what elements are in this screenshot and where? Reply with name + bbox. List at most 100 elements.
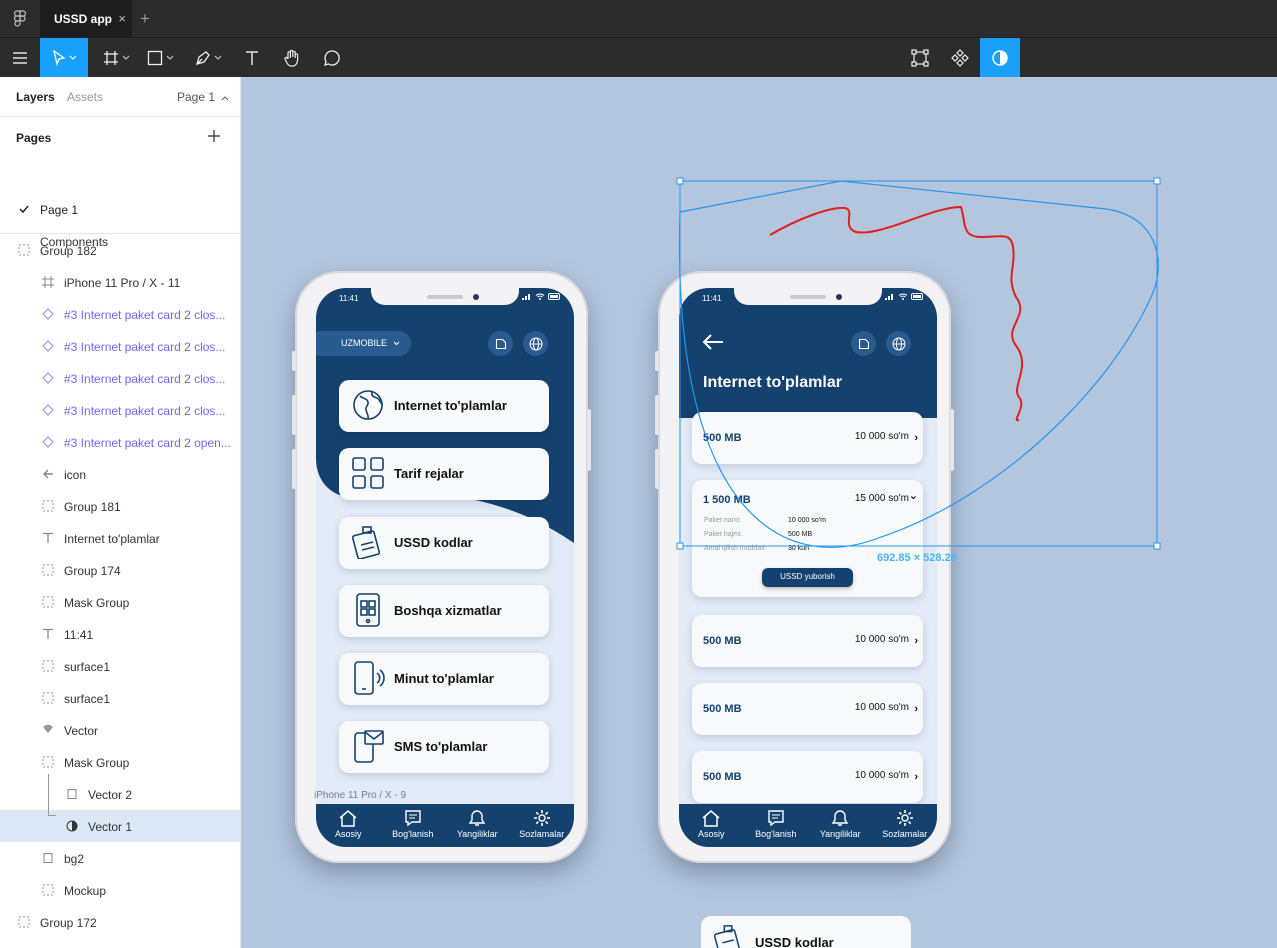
page-selector-label: Page 1 (177, 90, 216, 104)
layer-row[interactable]: icon (0, 458, 240, 490)
layer-row[interactable]: Group 181 (0, 490, 240, 522)
group-icon (42, 596, 54, 608)
vector-2-shape[interactable] (769, 205, 1023, 422)
layer-row[interactable]: #3 Internet paket card 2 clos... (0, 330, 240, 362)
frame-icon (103, 51, 118, 65)
layer-label: Vector 2 (88, 788, 133, 802)
ussd-card-preview[interactable]: USSD kodlar (701, 916, 911, 948)
layer-row[interactable]: surface1 (0, 650, 240, 682)
component-instance-icon (42, 340, 54, 352)
layer-row[interactable]: Mask Group (0, 586, 240, 618)
layer-row[interactable]: #3 Internet paket card 2 open... (0, 426, 240, 458)
layer-row[interactable]: #3 Internet paket card 2 clos... (0, 394, 240, 426)
cursor-icon (52, 50, 66, 66)
group-icon (42, 756, 54, 768)
frame-tool-button[interactable] (96, 38, 136, 78)
group-icon (42, 500, 54, 512)
pen-tool-button[interactable] (188, 38, 228, 78)
selection-dimensions: 692.85 × 528.28 (877, 552, 957, 564)
layer-row[interactable]: surface1 (0, 682, 240, 714)
layer-label: Group 181 (64, 500, 121, 514)
hand-tool-button[interactable] (274, 38, 310, 78)
mask-icon (66, 820, 78, 832)
group-icon (18, 244, 30, 256)
component-icon (951, 49, 969, 67)
transform-button[interactable] (900, 38, 940, 78)
group-icon (18, 916, 30, 928)
document-tab-title: USSD app (54, 12, 113, 26)
shape-tool-button[interactable] (140, 38, 180, 78)
layer-label: Mask Group (64, 596, 130, 610)
layer-row[interactable]: #3 Internet paket card 2 clos... (0, 298, 240, 330)
group-icon (42, 692, 54, 704)
rectangle-icon (147, 50, 162, 66)
component-instance-icon (42, 372, 54, 384)
main-menu-button[interactable] (0, 38, 40, 78)
selection-overlay (676, 177, 1161, 550)
layer-row[interactable]: Internet to'plamlar (0, 522, 240, 554)
resize-handle[interactable] (676, 177, 684, 185)
layer-row[interactable]: #3 Internet paket card 2 clos... (0, 362, 240, 394)
vector-1-shape[interactable] (678, 180, 1159, 548)
resize-handle[interactable] (1153, 177, 1161, 185)
tab-layers[interactable]: Layers (16, 90, 55, 104)
close-tab-icon[interactable]: × (118, 11, 126, 26)
layer-row[interactable]: iPhone 11 Pro / X - 11 (0, 266, 240, 298)
text-icon (246, 51, 258, 65)
comment-tool-button[interactable] (314, 38, 350, 78)
layer-label: #3 Internet paket card 2 open... (64, 436, 231, 450)
layer-label: Mockup (64, 884, 107, 898)
layer-label: Group 182 (40, 244, 97, 258)
layer-row[interactable]: Group 172 (0, 906, 240, 938)
layer-label: surface1 (64, 660, 111, 674)
new-tab-icon[interactable]: + (140, 9, 150, 29)
group-icon (42, 884, 54, 896)
layer-row[interactable]: Mask Group (0, 746, 240, 778)
component-instance-icon (42, 404, 54, 416)
canvas[interactable]: 11:41 UZMOBILE Internet to'plamlar Tarif… (241, 77, 1277, 948)
panel-tabs: Layers Assets Page 1 (0, 77, 240, 117)
figma-logo-icon[interactable] (12, 10, 28, 28)
component-instance-icon (42, 436, 54, 448)
comment-icon (324, 50, 340, 66)
layer-label: bg2 (64, 852, 85, 866)
chevron-down-icon (69, 55, 76, 60)
layer-label: Group 174 (64, 564, 121, 578)
move-tool-button[interactable] (40, 38, 88, 78)
layer-row[interactable]: Vector 2 (0, 778, 240, 810)
checkmark-icon (19, 205, 29, 213)
page-selector[interactable]: Page 1 (177, 90, 229, 104)
layer-label: #3 Internet paket card 2 clos... (64, 308, 226, 322)
text-icon (42, 628, 54, 640)
resize-handle[interactable] (1153, 542, 1161, 550)
layer-row[interactable]: 11:41 (0, 618, 240, 650)
vector-icon (42, 724, 54, 736)
create-component-button[interactable] (940, 38, 980, 78)
arrow-icon (42, 468, 54, 480)
layer-label: Group 172 (40, 916, 97, 930)
title-bar: USSD app × + (0, 0, 1277, 37)
layer-row[interactable]: Group 182 (0, 234, 240, 266)
layer-label: Mask Group (64, 756, 130, 770)
hand-icon (284, 49, 299, 67)
add-page-icon[interactable] (207, 129, 221, 143)
layer-row[interactable]: Group 174 (0, 554, 240, 586)
text-icon (42, 532, 54, 544)
page-item-page1[interactable]: Page 1 (40, 203, 78, 217)
chevron-up-icon (222, 96, 229, 101)
layer-row[interactable]: Vector (0, 714, 240, 746)
text-tool-button[interactable] (234, 38, 270, 78)
mask-button[interactable] (980, 38, 1020, 78)
toolbar (0, 37, 1277, 78)
selection-bounds[interactable] (679, 180, 1158, 547)
rectangle-icon (42, 852, 54, 864)
layer-label: icon (64, 468, 87, 482)
layer-row[interactable]: bg2 (0, 842, 240, 874)
layer-row[interactable]: Mockup (0, 874, 240, 906)
tab-assets[interactable]: Assets (67, 90, 103, 104)
tree-connector (48, 774, 56, 816)
layer-label: 11:41 (64, 628, 94, 642)
resize-handle[interactable] (676, 542, 684, 550)
document-tab[interactable]: USSD app × (40, 0, 132, 37)
layer-row[interactable]: Vector 1 (0, 810, 240, 842)
